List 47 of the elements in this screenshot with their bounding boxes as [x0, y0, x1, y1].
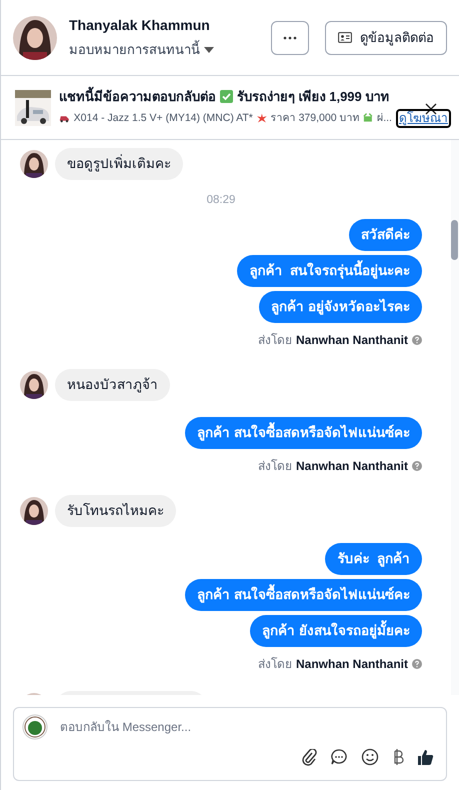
ad-price: ราคา 379,000 บาท — [270, 110, 360, 126]
avatar — [20, 497, 48, 526]
page-logo — [22, 714, 48, 740]
ad-description: ผ่... — [377, 110, 392, 126]
paperclip-icon[interactable] — [301, 748, 317, 766]
sender-name: Nanwhan Nanthanit — [296, 332, 408, 350]
view-ad-link[interactable]: ดูโฆษณา — [396, 109, 451, 128]
message-bubble: ลูกค้า ยังสนใจรถอยู่มั้ยคะ — [250, 615, 422, 648]
more-button[interactable] — [271, 20, 309, 54]
ad-title: แชทนี้มีข้อความตอบกลับต่อ — [59, 86, 216, 106]
sender-name: Nanwhan Nanthanit — [296, 656, 408, 674]
thumbs-up-icon[interactable] — [417, 748, 434, 766]
sent-by-label: ส่งโดย — [258, 332, 292, 350]
avatar — [20, 150, 48, 178]
message-bubble: รับโทนรถไหมคะ — [55, 495, 176, 528]
baht-icon[interactable] — [392, 748, 404, 766]
caret-icon — [204, 47, 214, 53]
message-bubble: ลูกค้า สนใจซื้อสดหรือจัดไฟแน่นซ์คะ — [185, 579, 422, 612]
message-bubble: ลูกค้า สนใจรถรุ่นนี้อยู่นะคะ — [237, 255, 422, 288]
message-bubble: ลูกค้า อยู่จังหวัดอะไรคะ — [259, 291, 422, 324]
sent-by-label: ส่งโดย — [258, 656, 292, 674]
help-icon[interactable] — [412, 461, 422, 472]
message-bubble: ขอดูรูปเพิ่มเติมคะ — [55, 148, 183, 180]
more-icon — [283, 36, 297, 40]
message-bubble: รับค่ะ ลูกค้า — [325, 543, 422, 576]
smiley-icon[interactable] — [361, 748, 379, 766]
car-icon — [59, 114, 70, 124]
ad-title: รับรถง่ายๆ เพียง 1,999 บาท — [237, 88, 390, 106]
message-bubble: สวัสดีค่ะ — [349, 219, 422, 252]
help-icon[interactable] — [412, 335, 422, 346]
avatar — [13, 16, 57, 60]
help-icon[interactable] — [412, 659, 422, 670]
contact-card-icon — [338, 32, 352, 43]
burst-icon — [256, 113, 267, 124]
contact-name: Thanyalak Khammun — [69, 16, 211, 36]
contact-info-button[interactable]: ดูข้อมูลติดต่อ — [325, 20, 447, 54]
avatar — [20, 371, 48, 400]
scrollbar[interactable] — [451, 140, 459, 695]
message-bubble: ลูกค้า สนใจซื้อสดหรือจัดไฟแน่นซ์คะ — [185, 417, 422, 450]
chat-bubble-icon[interactable] — [330, 748, 348, 766]
sent-by-label: ส่งโดย — [258, 458, 292, 476]
assign-dropdown[interactable]: มอบหมายการสนทนานี้ — [69, 40, 214, 60]
ad-model: X014 - Jazz 1.5 V+ (MY14) (MNC) AT* — [74, 110, 253, 126]
sender-name: Nanwhan Nanthanit — [296, 458, 408, 476]
message-bubble: หนองบัวสาภูจ้า — [55, 369, 170, 402]
timestamp: 08:29 — [206, 193, 236, 208]
check-icon — [220, 90, 233, 103]
